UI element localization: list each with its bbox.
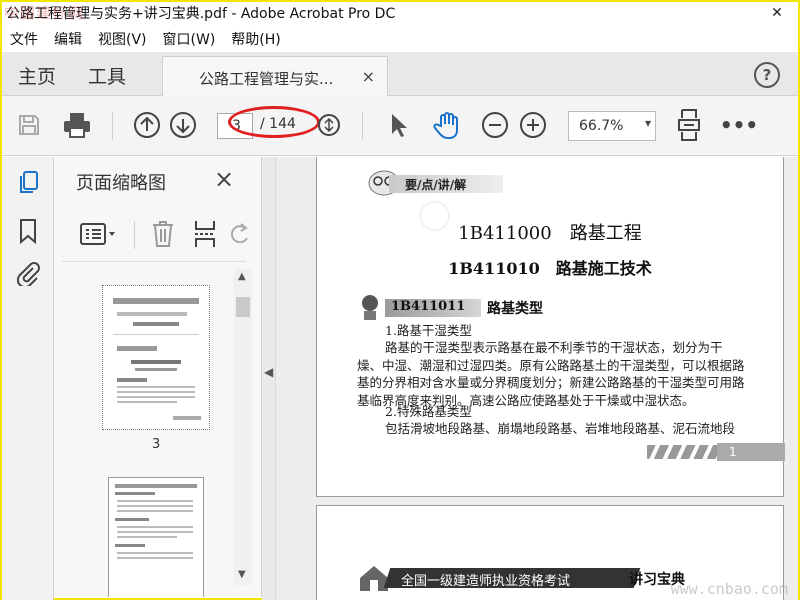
bookmark-icon[interactable]: [14, 217, 42, 245]
attachment-icon[interactable]: [14, 259, 42, 287]
divider: [62, 261, 246, 262]
print-icon[interactable]: [62, 110, 92, 140]
document-tab-label: 公路工程管理与实...: [199, 70, 334, 88]
more-options-icon[interactable]: •••: [720, 110, 758, 140]
save-icon[interactable]: [16, 110, 42, 140]
scroll-down-icon[interactable]: ▼: [238, 569, 246, 580]
help-icon[interactable]: ?: [754, 62, 780, 88]
close-tab-icon[interactable]: ×: [362, 67, 375, 86]
paragraph: 包括滑坡地段路基、崩塌地段路基、岩堆地段路基、泥石流地段: [385, 421, 736, 436]
toolbar-separator: [112, 112, 113, 140]
insert-page-icon[interactable]: [192, 219, 218, 249]
chevron-down-icon: ▾: [644, 116, 651, 130]
select-arrow-icon[interactable]: [386, 110, 412, 140]
page-thumbnails-panel: 页面缩略图 × 3 ▲ ▼: [54, 157, 262, 597]
next-page-icon[interactable]: [168, 110, 198, 140]
toolbar: 3 / 144 66.7% ▾ •••: [2, 96, 798, 156]
page-thumbnail[interactable]: [108, 477, 204, 597]
thumbnails-panel-title: 页面缩略图: [76, 173, 166, 194]
paragraph: 1.路基干湿类型: [385, 323, 472, 338]
left-navigation-rail: [2, 157, 54, 600]
tab-bar: 主页 工具 公路工程管理与实... × ?: [2, 52, 798, 97]
banner-text: 要/点/讲/解: [405, 178, 467, 192]
toolbar-separator: [134, 221, 135, 249]
thumbnail-scrollbar[interactable]: ▲ ▼: [234, 269, 252, 585]
rotate-page-icon[interactable]: [230, 219, 250, 249]
zoom-find-icon[interactable]: [314, 110, 344, 140]
scroll-up-icon[interactable]: ▲: [238, 271, 246, 282]
paragraph: 2.特殊路基类型: [385, 404, 472, 419]
menu-edit[interactable]: 编辑: [54, 29, 82, 49]
title-bar: 公路工程管理与实务+讲习宝典.pdf - Adobe Acrobat Pro D…: [2, 2, 798, 24]
zoom-value: 66.7%: [579, 118, 624, 134]
pdf-page: ◯ 要/点/讲/解 1B411000 路基工程 1B411010 路基施工技术 …: [316, 157, 785, 497]
tab-tools[interactable]: 工具: [88, 62, 126, 89]
tab-document[interactable]: 公路工程管理与实... ×: [162, 56, 388, 97]
section-name: 路基类型: [487, 301, 543, 317]
menu-help[interactable]: 帮助(H): [231, 29, 280, 49]
thumbnail-list: 3: [54, 267, 234, 597]
tab-home[interactable]: 主页: [18, 62, 56, 89]
thumbnail-page-label: 3: [152, 437, 161, 452]
close-panel-icon[interactable]: ×: [214, 165, 234, 193]
zoom-out-icon[interactable]: [480, 110, 510, 140]
toolbar-separator: [362, 112, 363, 140]
menu-bar: 文件 编辑 视图(V) 窗口(W) 帮助(H): [2, 26, 798, 52]
menu-window[interactable]: 窗口(W): [163, 29, 216, 49]
page-thumbnails-icon[interactable]: [14, 169, 42, 197]
fit-page-icon[interactable]: [674, 109, 704, 141]
document-viewer[interactable]: ◯ 要/点/讲/解 1B411000 路基工程 1B411010 路基施工技术 …: [276, 157, 798, 600]
section-banner: 要/点/讲/解: [367, 170, 503, 196]
collapse-panel-icon[interactable]: ◀: [264, 365, 273, 379]
exam-title: 全国一级建造师执业资格考试: [401, 574, 571, 589]
page-number-bar: 1: [647, 443, 785, 461]
close-window-icon[interactable]: ✕: [762, 2, 792, 24]
chapter-heading: 1B411000 路基工程: [458, 223, 642, 244]
delete-page-icon[interactable]: [150, 219, 176, 249]
page-number: 1: [717, 443, 785, 461]
zoom-select[interactable]: 66.7% ▾: [568, 111, 656, 141]
previous-page-icon[interactable]: [132, 110, 162, 140]
subchapter-heading: 1B411010 路基施工技术: [448, 259, 652, 278]
page-thumbnail[interactable]: [102, 285, 210, 430]
menu-file[interactable]: 文件: [10, 29, 38, 49]
section-code: 1B411011: [391, 299, 466, 314]
window-title: 公路工程管理与实务+讲习宝典.pdf - Adobe Acrobat Pro D…: [6, 6, 396, 22]
menu-view[interactable]: 视图(V): [98, 29, 147, 49]
paragraph: 路基的干湿类型表示路基在最不利季节的干湿状态，划分为干燥、中湿、潮湿和过湿四类。…: [357, 340, 745, 408]
thumbnail-options-icon[interactable]: [78, 219, 118, 249]
footer-watermark: www.cnbao.com: [670, 580, 788, 598]
zoom-in-icon[interactable]: [518, 110, 548, 140]
thumbnail-toolbar: [54, 207, 262, 257]
scrollbar-thumb[interactable]: [236, 297, 250, 317]
red-highlight-ellipse: [228, 106, 320, 138]
decorative-stripes: [647, 445, 717, 459]
hand-tool-icon[interactable]: [430, 110, 464, 140]
panel-collapse-strip[interactable]: ◀: [262, 157, 276, 600]
